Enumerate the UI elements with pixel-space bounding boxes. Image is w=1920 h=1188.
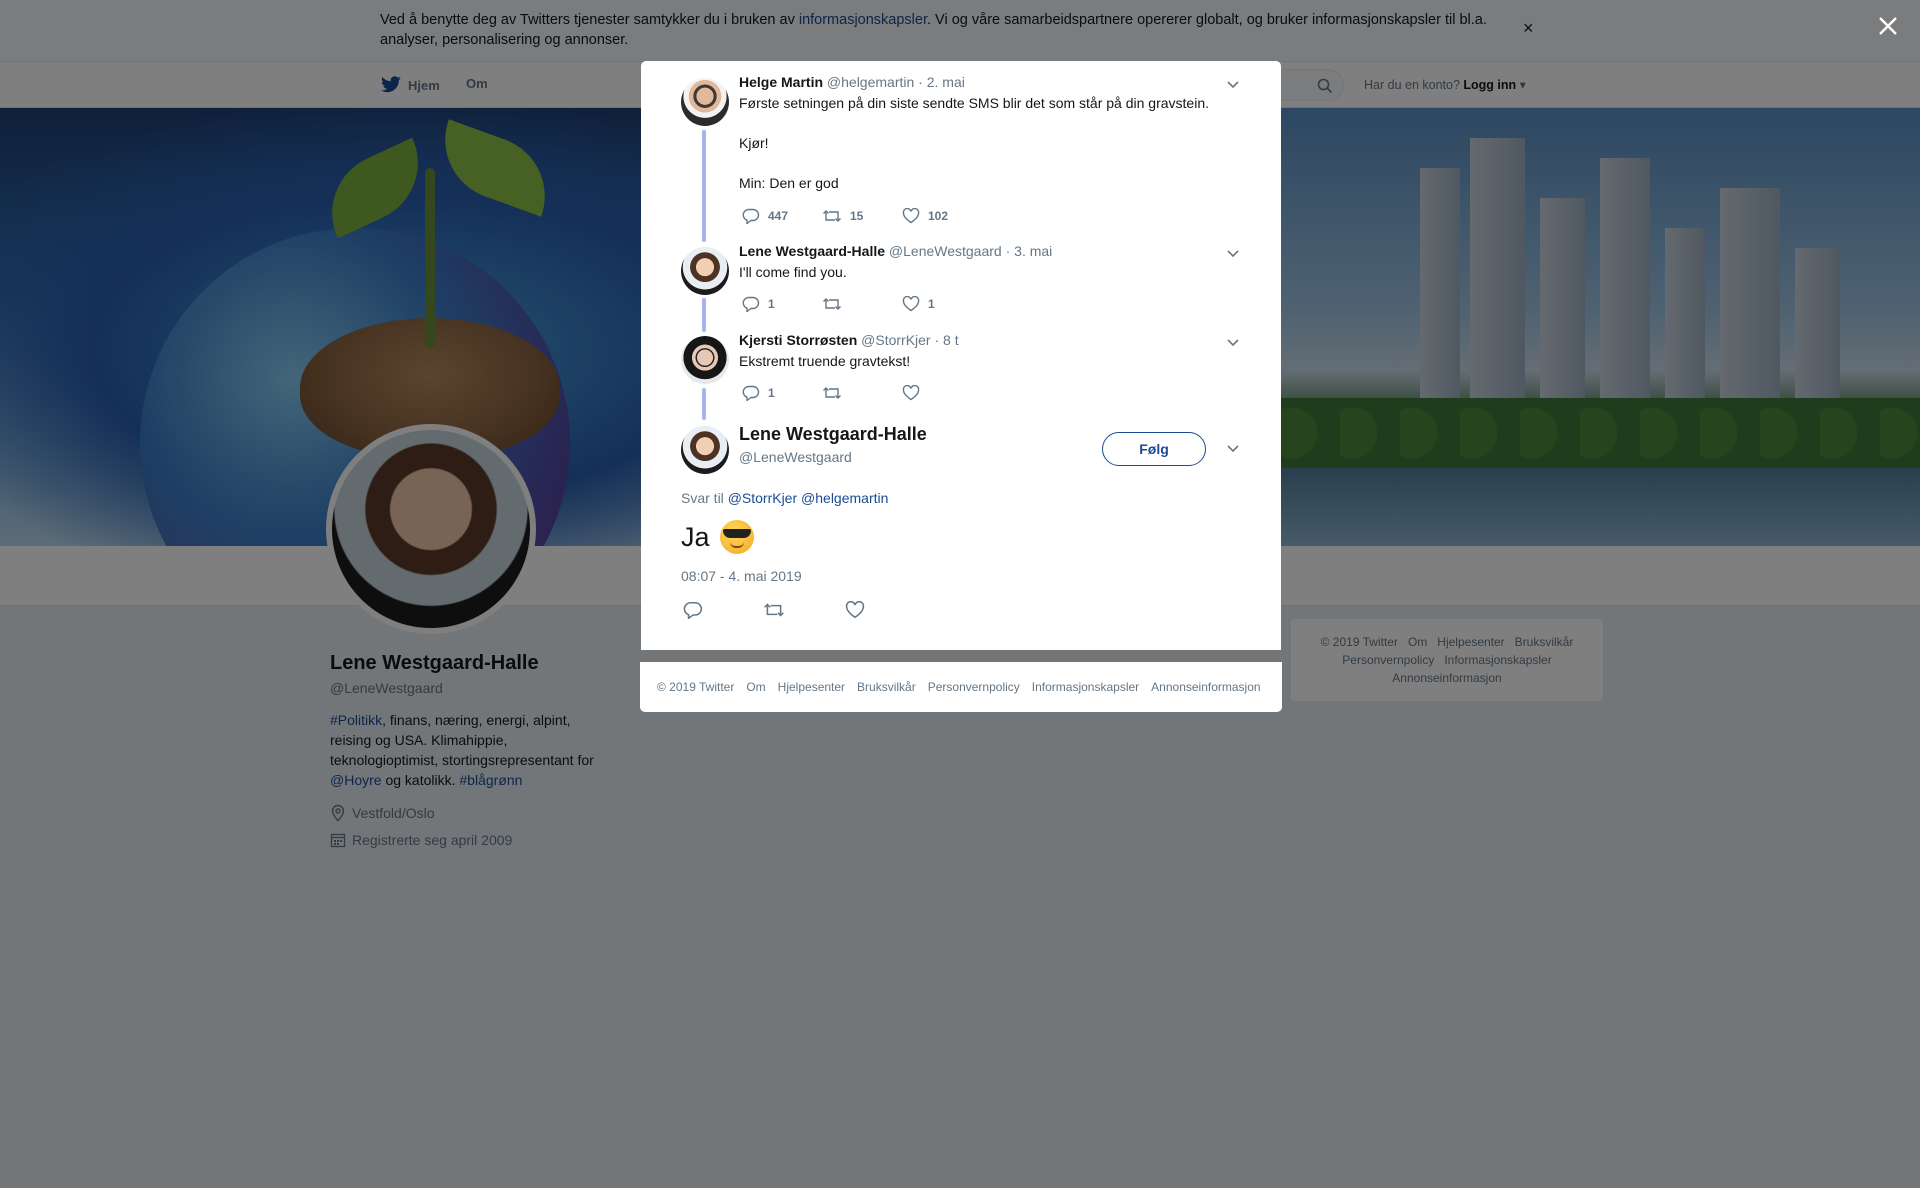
reply-icon (742, 385, 760, 401)
modal-footer: © 2019 Twitter Om Hjelpesenter Bruksvilk… (640, 662, 1282, 712)
main-tweet-timestamp[interactable]: 08:07 - 4. mai 2019 (681, 568, 802, 584)
retweet-button[interactable] (822, 385, 902, 401)
main-tweet-author-handle[interactable]: @LeneWestgaard (739, 449, 852, 465)
tweet-date[interactable]: 2. mai (927, 74, 965, 90)
footer-link[interactable]: Personvernpolicy (928, 680, 1020, 694)
reply-mention[interactable]: @StorrKjer (728, 490, 797, 506)
like-button[interactable] (902, 385, 982, 401)
tweet-actions: 1 1 (742, 294, 982, 314)
tweet-text: I'll come find you. (739, 264, 847, 280)
close-icon[interactable] (1872, 10, 1904, 42)
like-button[interactable]: 102 (902, 208, 982, 224)
main-tweet-text: Ja (681, 520, 754, 554)
reply-mention[interactable]: @helgemartin (801, 490, 888, 506)
heart-icon (902, 208, 920, 224)
tweet-date[interactable]: 8 t (943, 332, 959, 348)
like-count: 1 (928, 297, 935, 311)
avatar[interactable] (681, 336, 729, 384)
separator-dot: · (918, 74, 923, 90)
heart-icon (902, 385, 920, 401)
tweet-text: Første setningen på din siste sendte SMS… (739, 95, 1210, 191)
chevron-down-icon[interactable] (1225, 334, 1241, 350)
follow-button[interactable]: Følg (1102, 432, 1206, 466)
retweet-button[interactable] (822, 296, 902, 312)
reply-button[interactable]: 1 (742, 385, 822, 401)
thread-line (702, 388, 706, 420)
retweet-icon (823, 387, 841, 399)
footer-link[interactable]: Annonseinformasjon (1151, 680, 1260, 694)
footer-link[interactable]: Bruksvilkår (857, 680, 916, 694)
tweet-date[interactable]: 3. mai (1014, 243, 1052, 259)
tweet-author-handle[interactable]: @StorrKjer (861, 332, 930, 348)
reply-icon[interactable] (683, 601, 703, 619)
sunglasses-emoji-icon (719, 520, 754, 554)
tweet-author-handle[interactable]: @LeneWestgaard (889, 243, 1002, 259)
footer-link[interactable]: Informasjonskapsler (1032, 680, 1139, 694)
tweet-actions: 1 (742, 383, 982, 403)
avatar[interactable] (681, 426, 729, 474)
chevron-down-icon[interactable] (1225, 76, 1241, 92)
retweet-count: 15 (850, 209, 864, 223)
footer-link[interactable]: Hjelpesenter (778, 680, 845, 694)
separator-dot: · (934, 332, 940, 348)
retweet-icon (823, 298, 841, 310)
footer-link[interactable]: Om (746, 680, 765, 694)
like-count: 102 (928, 209, 949, 223)
tweet-author-handle[interactable]: @helgemartin (827, 74, 914, 90)
reply-count: 1 (768, 386, 775, 400)
reply-count: 447 (768, 209, 789, 223)
reply-prefix: Svar til (681, 490, 724, 506)
avatar[interactable] (681, 247, 729, 295)
tweet-author-name[interactable]: Lene Westgaard-Halle (739, 243, 885, 259)
main-tweet-actions (683, 601, 865, 619)
retweet-icon (823, 210, 841, 222)
retweet-button[interactable]: 15 (822, 208, 902, 224)
separator-dot: · (1005, 243, 1011, 259)
reply-count: 1 (768, 297, 775, 311)
heart-icon (902, 296, 920, 312)
chevron-down-icon[interactable] (1225, 245, 1241, 261)
retweet-icon[interactable] (763, 601, 785, 619)
reply-icon (742, 296, 760, 312)
heart-icon[interactable] (845, 601, 865, 619)
tweet-header: Lene Westgaard-Halle @LeneWestgaard · 3.… (739, 243, 1052, 259)
reply-button[interactable]: 447 (742, 208, 822, 224)
thread-line (702, 130, 706, 242)
main-tweet-author-name[interactable]: Lene Westgaard-Halle (739, 424, 927, 445)
thread-line (702, 298, 706, 332)
avatar[interactable] (681, 78, 729, 126)
reply-icon (742, 208, 760, 224)
tweet-author-name[interactable]: Kjersti Storrøsten (739, 332, 857, 348)
like-button[interactable]: 1 (902, 296, 982, 312)
footer-link: © 2019 Twitter (657, 680, 735, 694)
reply-context: Svar til @StorrKjer @helgemartin (681, 490, 888, 506)
chevron-down-icon[interactable] (1225, 440, 1241, 456)
reply-button[interactable]: 1 (742, 296, 822, 312)
main-tweet-text-content: Ja (681, 521, 710, 552)
tweet-text: Ekstremt truende gravtekst! (739, 353, 911, 369)
tweet-header: Helge Martin @helgemartin · 2. mai (739, 74, 965, 90)
tweet-author-name[interactable]: Helge Martin (739, 74, 823, 90)
tweet-actions: 447 15 102 (742, 206, 982, 226)
tweet-header: Kjersti Storrøsten @StorrKjer · 8 t (739, 332, 959, 348)
